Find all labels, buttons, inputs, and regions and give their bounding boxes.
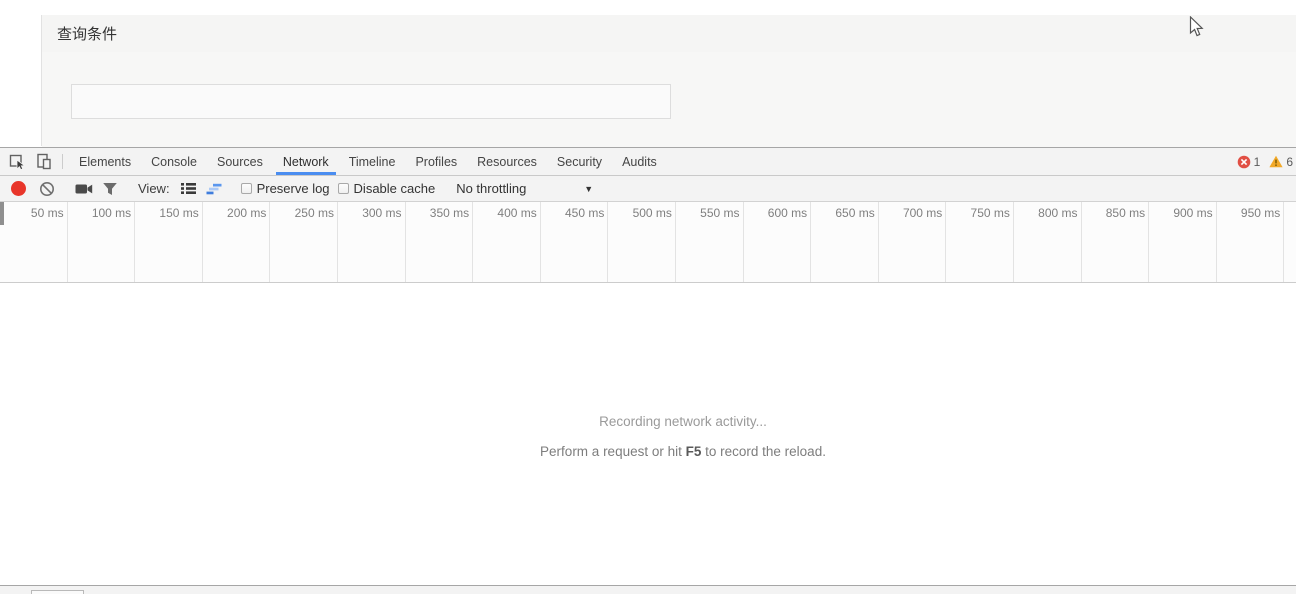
ruler-tick: 950 ms (1217, 202, 1285, 282)
error-count: 1 (1253, 154, 1261, 169)
preserve-log-label: Preserve log (256, 181, 330, 196)
error-icon (1237, 155, 1250, 168)
recording-message: Recording network activity... (599, 414, 767, 429)
tab-elements[interactable]: Elements (72, 148, 138, 175)
list-view-icon (181, 183, 197, 194)
screen: 查询条件 Elements Console Sources Network Ti… (0, 0, 1296, 594)
ruler-tick: 650 ms (811, 202, 879, 282)
query-panel-header: 查询条件 (42, 15, 1296, 52)
tab-security[interactable]: Security (550, 148, 609, 175)
device-toolbar-button[interactable] (30, 148, 56, 175)
query-input[interactable] (71, 84, 671, 119)
disable-cache-control: Disable cache (337, 181, 436, 196)
ruler-tick: 100 ms (68, 202, 136, 282)
network-log-area: Recording network activity... Perform a … (0, 283, 1296, 585)
query-panel-body (42, 52, 1296, 147)
tab-profiles[interactable]: Profiles (408, 148, 464, 175)
reload-hint-message: Perform a request or hit F5 to record th… (540, 444, 826, 459)
ruler-tick: 700 ms (879, 202, 947, 282)
list-view-toggle[interactable] (176, 178, 202, 200)
ruler-scroll-nub (0, 202, 4, 225)
ruler-tick: 200 ms (203, 202, 271, 282)
query-panel: 查询条件 (41, 15, 1296, 147)
chevron-down-icon: ▼ (584, 183, 594, 194)
ruler-tick: 900 ms (1149, 202, 1217, 282)
timeline-ruler: 50 ms 100 ms 150 ms 200 ms 250 ms 300 ms 350 m… (0, 202, 1296, 283)
clear-icon (40, 181, 54, 196)
ruler-tick: 500 ms (608, 202, 676, 282)
screenshot-capture-button[interactable] (71, 178, 97, 200)
status-partial-box (31, 590, 84, 594)
ruler-tick: 450 ms (541, 202, 609, 282)
tab-resources[interactable]: Resources (470, 148, 544, 175)
tab-audits[interactable]: Audits (615, 148, 664, 175)
query-panel-title: 查询条件 (57, 26, 118, 43)
ruler-tick: 600 ms (744, 202, 812, 282)
network-toolbar: View: Preserve log Disable cache No thro… (0, 176, 1296, 202)
waterfall-icon (206, 183, 222, 194)
console-badges[interactable]: 1 6 (1237, 148, 1296, 175)
filter-button[interactable] (97, 178, 123, 200)
mouse-cursor-icon (1189, 16, 1204, 37)
ruler-tick: 550 ms (676, 202, 744, 282)
film-camera-icon (75, 184, 93, 193)
ruler-tick: 150 ms (135, 202, 203, 282)
f5-key-label: F5 (685, 444, 702, 459)
tab-console[interactable]: Console (144, 148, 204, 175)
ruler-tick: 250 ms (270, 202, 338, 282)
disable-cache-label: Disable cache (353, 181, 436, 196)
inspect-cursor-icon (9, 154, 26, 170)
throttling-value: No throttling (456, 181, 527, 196)
record-button[interactable] (8, 178, 34, 200)
web-page-area: 查询条件 (0, 0, 1296, 148)
preserve-log-control: Preserve log (240, 181, 330, 196)
ruler-tick: 350 ms (406, 202, 474, 282)
tab-sources[interactable]: Sources (210, 148, 270, 175)
warning-icon (1269, 155, 1283, 168)
ruler-tick: 850 ms (1082, 202, 1150, 282)
ruler-tick: 750 ms (946, 202, 1014, 282)
inspect-element-button[interactable] (4, 148, 30, 175)
record-icon (10, 181, 26, 196)
devtools-tabbar: Elements Console Sources Network Timelin… (0, 148, 1296, 176)
status-strip (0, 585, 1296, 594)
view-label: View: (138, 181, 170, 196)
warning-count: 6 (1286, 154, 1293, 169)
clear-button[interactable] (34, 178, 60, 200)
disable-cache-checkbox[interactable] (337, 183, 349, 194)
tab-network[interactable]: Network (275, 148, 336, 175)
ruler-tick: 300 ms (338, 202, 406, 282)
tabbar-separator (62, 154, 63, 169)
ruler-tick: 800 ms (1014, 202, 1082, 282)
preserve-log-checkbox[interactable] (240, 183, 252, 194)
throttling-select[interactable]: No throttling ▼ (456, 181, 593, 196)
tab-timeline[interactable]: Timeline (342, 148, 403, 175)
devtools-panel: Elements Console Sources Network Timelin… (0, 148, 1296, 594)
ruler-filler (1284, 202, 1296, 282)
filter-funnel-icon (103, 182, 117, 195)
device-toolbar-icon (36, 153, 51, 170)
ruler-tick: 400 ms (473, 202, 541, 282)
waterfall-overview-toggle[interactable] (202, 178, 228, 200)
ruler-tick: 50 ms (0, 202, 68, 282)
